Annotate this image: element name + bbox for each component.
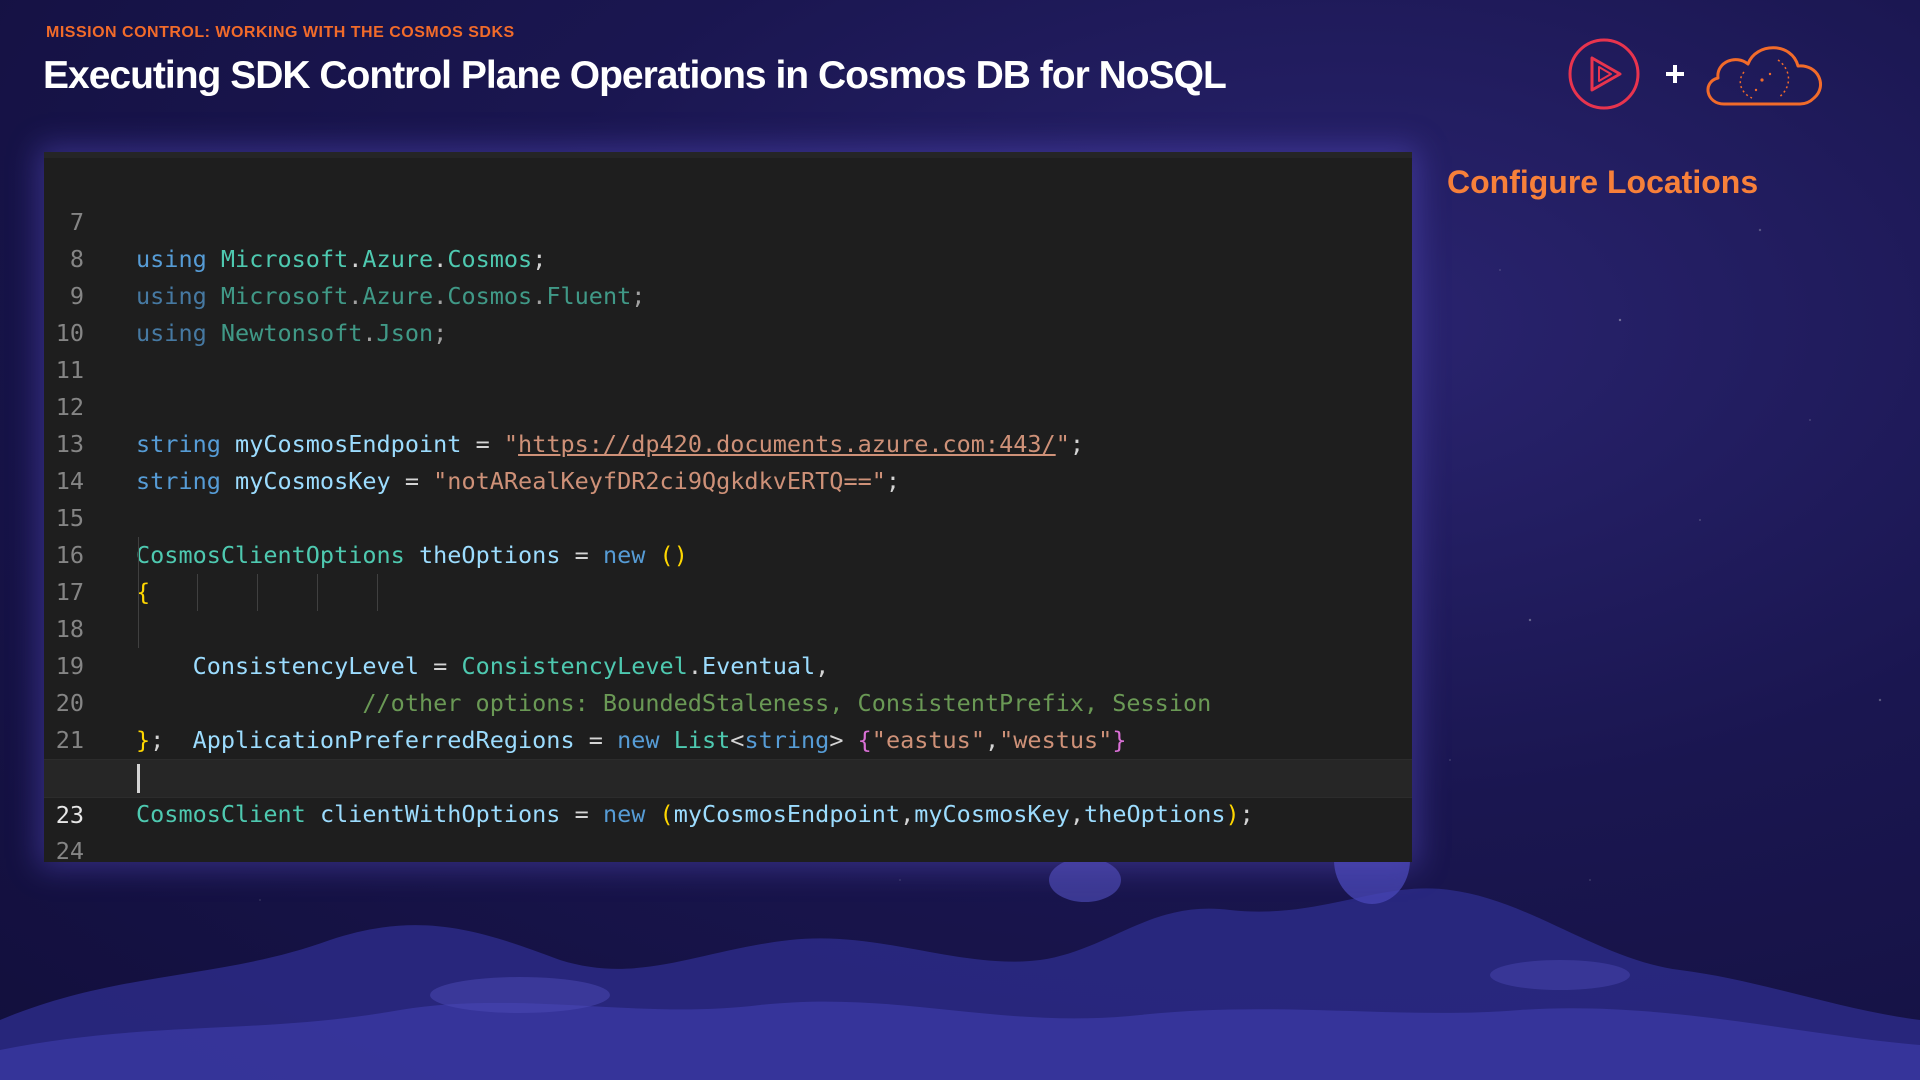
code-line: 12 string myCosmosEndpoint = "https://dp… [44,352,1412,458]
code-line: 19 ApplicationPreferredRegions = new Lis… [44,611,1412,754]
code-line: 7 using Microsoft.Azure.Cosmos; [44,167,1412,273]
code-line: 18 //other options: BoundedStaleness, Co… [44,574,1412,717]
line-number: 24 [55,837,84,862]
code-line-current[interactable]: 23 [44,759,1412,829]
editor-top-border [44,152,1412,158]
code-line: 16 { [44,500,1412,606]
play-circle-icon [1568,38,1640,110]
brand-logos [1568,38,1822,110]
code-line: 22 CosmosClient clientWithOptions = new … [44,722,1412,828]
page-title: Executing SDK Control Plane Operations i… [43,54,1227,97]
code-line: 24 [44,796,1412,862]
code-line: 9 using Newtonsoft.Json; [44,241,1412,347]
code-line: 14 [44,426,1412,495]
code-line: 15 CosmosClientOptions theOptions = new … [44,463,1412,569]
code-editor[interactable]: 7 using Microsoft.Azure.Cosmos; 8 using … [44,152,1412,862]
code-line: 11 [44,315,1412,384]
code-line: 8 using Microsoft.Azure.Cosmos.Fluent; [44,204,1412,310]
code-line: 21 [44,685,1412,754]
cloud-icon [1706,46,1822,106]
deck-subtitle: MISSION CONTROL: WORKING WITH THE COSMOS… [46,24,515,41]
section-heading: Configure Locations [1447,164,1759,200]
code-line: 17 ConsistencyLevel = ConsistencyLevel.E… [44,537,1412,680]
plus-icon [1666,65,1684,83]
text-cursor [137,764,140,793]
code-line: 10 [44,278,1412,347]
code-line: 20 }; [44,648,1412,754]
code-line: 13 string myCosmosKey = "notARealKeyfDR2… [44,389,1412,495]
